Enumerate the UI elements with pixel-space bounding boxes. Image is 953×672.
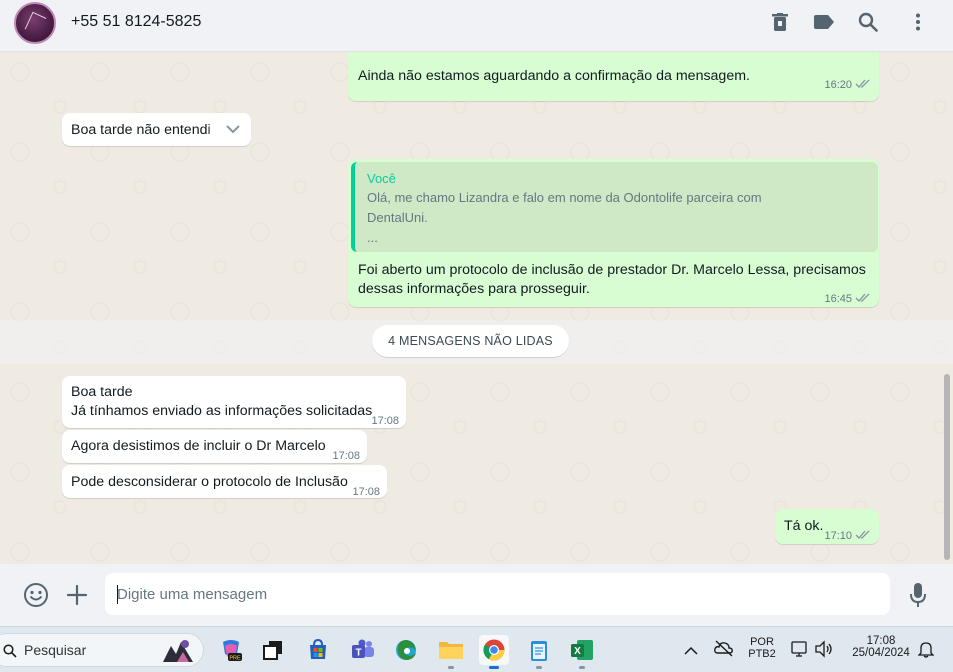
message-time: 17:08: [332, 450, 360, 462]
taskbar-search-box[interactable]: Pesquisar: [0, 633, 204, 667]
message-incoming[interactable]: Boa tarde Já tínhamos enviado as informa…: [62, 376, 406, 428]
notepad-icon[interactable]: [524, 635, 554, 669]
onedrive-sync-icon[interactable]: [714, 639, 734, 662]
message-text: Tá ok.: [784, 518, 824, 534]
microphone-icon[interactable]: [909, 582, 927, 613]
running-indicator: [579, 666, 585, 669]
contact-avatar[interactable]: [14, 2, 56, 44]
volume-icon[interactable]: [814, 640, 834, 663]
message-time: 16:20: [824, 76, 871, 95]
taskbar-search-label: Pesquisar: [24, 642, 87, 658]
running-indicator: [448, 666, 454, 669]
chevron-up-icon[interactable]: [684, 643, 698, 661]
message-outgoing[interactable]: Tá ok. 17:10: [775, 509, 879, 544]
read-ticks-icon: [855, 79, 870, 88]
message-incoming[interactable]: Agora desistimos de incluir o Dr Marcelo…: [62, 430, 367, 463]
svg-text:X: X: [574, 646, 581, 657]
composer-bar: [0, 564, 953, 626]
chat-header: +55 51 8124-5825: [0, 0, 953, 52]
chevron-down-icon[interactable]: [225, 122, 241, 141]
text-caret: [117, 585, 118, 604]
message-incoming[interactable]: Boa tarde não entendi: [62, 113, 251, 146]
contact-name[interactable]: +55 51 8124-5825: [71, 13, 201, 31]
svg-text:PRE: PRE: [229, 656, 241, 662]
chat-scrollbar[interactable]: [944, 374, 950, 560]
message-text: Foi aberto um protocolo de inclusão de p…: [358, 262, 866, 297]
chat-area[interactable]: Ainda não estamos aguardando a confirmaç…: [0, 52, 953, 564]
microsoft-store-icon[interactable]: [303, 635, 333, 665]
running-indicator: [536, 666, 542, 669]
quote-text: Olá, me chamo Lizandra e falo em nome da…: [367, 190, 762, 245]
search-highlight-icon: [159, 636, 197, 669]
attach-plus-icon[interactable]: [66, 584, 88, 611]
read-ticks-icon: [855, 530, 870, 539]
file-explorer-icon[interactable]: [436, 635, 466, 669]
unread-messages-badge: 4 MENSAGENS NÃO LIDAS: [372, 325, 569, 357]
message-input-box[interactable]: [105, 573, 890, 615]
message-incoming[interactable]: Pode desconsiderar o protocolo de Inclus…: [62, 465, 387, 498]
task-view-icon[interactable]: [258, 635, 288, 665]
message-text: Ainda não estamos aguardando a confirmaç…: [358, 68, 750, 84]
message-text: Pode desconsiderar o protocolo de Inclus…: [71, 474, 348, 490]
windows-taskbar: Pesquisar PRE T X POR PTB2 17:08 25/04/2…: [0, 626, 953, 672]
quote-author: Você: [367, 171, 396, 186]
notification-bell-icon[interactable]: [917, 640, 935, 663]
message-time: 16:45: [824, 290, 871, 309]
excel-icon[interactable]: X: [567, 635, 597, 669]
emoji-icon[interactable]: [23, 582, 49, 613]
message-time: 17:08: [352, 486, 380, 498]
label-icon[interactable]: [812, 10, 836, 34]
teams-icon[interactable]: T: [348, 635, 378, 665]
message-outgoing[interactable]: Ainda não estamos aguardando a confirmaç…: [348, 52, 879, 101]
active-indicator: [489, 666, 499, 669]
copilot-icon[interactable]: PRE: [216, 635, 246, 665]
message-text: Boa tarde Já tínhamos enviado as informa…: [71, 384, 373, 419]
message-outgoing-reply[interactable]: Você Olá, me chamo Lizandra e falo em no…: [348, 159, 879, 307]
network-icon[interactable]: [791, 640, 809, 663]
input-language[interactable]: POR PTB2: [746, 636, 778, 660]
quoted-message[interactable]: Você Olá, me chamo Lizandra e falo em no…: [351, 162, 878, 252]
chrome-icon[interactable]: [479, 635, 509, 669]
search-icon: [3, 644, 17, 663]
system-clock[interactable]: 17:08 25/04/2024: [844, 635, 918, 659]
read-ticks-icon: [855, 293, 870, 302]
message-text: Boa tarde não entendi: [71, 122, 211, 138]
message-input[interactable]: [117, 573, 877, 615]
svg-text:T: T: [355, 648, 361, 659]
search-icon[interactable]: [856, 10, 880, 34]
message-time: 17:10: [824, 527, 871, 546]
trash-icon[interactable]: [768, 10, 792, 34]
menu-kebab-icon[interactable]: [906, 10, 930, 34]
message-text: Agora desistimos de incluir o Dr Marcelo: [71, 438, 326, 454]
message-time: 17:08: [371, 415, 399, 427]
edge-icon[interactable]: [391, 635, 421, 665]
